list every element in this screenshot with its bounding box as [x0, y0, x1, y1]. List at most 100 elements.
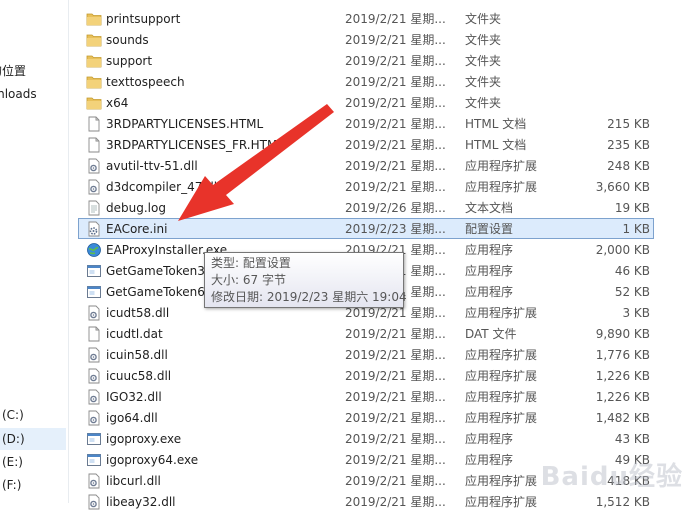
- file-row[interactable]: printsupport 2019/2/21 星期... 文件夹: [78, 8, 654, 29]
- file-row[interactable]: igo64.dll 2019/2/21 星期... 应用程序扩展 1,482 KB: [78, 407, 654, 428]
- file-type: 文本文档: [465, 201, 514, 215]
- dll-icon: [86, 368, 102, 384]
- file-size: 19 KB: [614, 201, 650, 215]
- file-date: 2019/2/23 星期...: [345, 222, 446, 236]
- file-type: 文件夹: [465, 96, 502, 110]
- file-name: libcurl.dll: [106, 474, 161, 488]
- tooltip-size: 大小: 67 字节: [211, 273, 286, 287]
- file-size: 3 KB: [622, 306, 650, 320]
- file-type: 配置设置: [465, 222, 514, 236]
- sidebar-item[interactable]: (F:): [0, 474, 66, 496]
- file-name: icudt58.dll: [106, 306, 170, 320]
- file-size: 9,890 KB: [595, 327, 650, 341]
- tooltip-type: 类型: 配置设置: [211, 256, 291, 270]
- file-date: 2019/2/21 星期...: [345, 75, 446, 89]
- file-row[interactable]: x64 2019/2/21 星期... 文件夹: [78, 92, 654, 113]
- file-name: igoproxy64.exe: [106, 453, 199, 467]
- dll-icon: [86, 473, 102, 489]
- file-date: 2019/2/21 星期...: [345, 411, 446, 425]
- file-name: igo64.dll: [106, 411, 158, 425]
- file-name: avutil-ttv-51.dll: [106, 159, 198, 173]
- file-size: 1,226 KB: [595, 369, 650, 383]
- file-type: 文件夹: [465, 54, 502, 68]
- file-size: 52 KB: [614, 285, 650, 299]
- file-info-tooltip: 类型: 配置设置 大小: 67 字节 修改日期: 2019/2/23 星期六 1…: [204, 252, 407, 308]
- file-type: 应用程序扩展: [465, 306, 538, 320]
- file-type: 应用程序: [465, 285, 514, 299]
- document-icon: [86, 137, 102, 153]
- file-row[interactable]: IGO32.dll 2019/2/21 星期... 应用程序扩展 1,226 KB: [78, 386, 654, 407]
- file-date: 2019/2/21 星期...: [345, 54, 446, 68]
- file-row[interactable]: icuuc58.dll 2019/2/21 星期... 应用程序扩展 1,226 KB: [78, 365, 654, 386]
- file-row[interactable]: d3dcompiler_47.dll 2019/2/21 星期... 应用程序扩展 3…: [78, 176, 654, 197]
- file-size: 1,482 KB: [595, 411, 650, 425]
- document-icon: [86, 326, 102, 342]
- file-size: 1 KB: [622, 222, 650, 236]
- file-date: 2019/2/21 星期...: [345, 138, 446, 152]
- file-row[interactable]: igoproxy.exe 2019/2/21 星期... 应用程序 43 KB: [78, 428, 654, 449]
- sidebar-item[interactable]: (C:): [0, 404, 66, 426]
- file-size: 235 KB: [607, 138, 650, 152]
- file-date: 2019/2/21 星期...: [345, 12, 446, 26]
- file-row[interactable]: texttospeech 2019/2/21 星期... 文件夹: [78, 71, 654, 92]
- file-name: d3dcompiler_47.dll: [106, 180, 221, 194]
- file-size: 1,226 KB: [595, 390, 650, 404]
- file-type: 应用程序扩展: [465, 369, 538, 383]
- sidebar-item[interactable]: (D:): [0, 428, 66, 450]
- file-name: 3RDPARTYLICENSES.HTML: [106, 117, 264, 131]
- file-type: 应用程序扩展: [465, 159, 538, 173]
- file-name: debug.log: [106, 201, 166, 215]
- file-row[interactable]: libeay32.dll 2019/2/21 星期... 应用程序扩展 1,512 K…: [78, 491, 654, 512]
- file-type: 应用程序: [465, 432, 514, 446]
- file-name: IGO32.dll: [106, 390, 162, 404]
- folder-icon: [86, 11, 102, 27]
- config-file-icon: [86, 221, 102, 237]
- file-size: 46 KB: [614, 264, 650, 278]
- file-type: 应用程序: [465, 243, 514, 257]
- file-date: 2019/2/21 星期...: [345, 348, 446, 362]
- file-type: 应用程序扩展: [465, 390, 538, 404]
- folder-icon: [86, 95, 102, 111]
- file-name: 3RDPARTYLICENSES_FR.HTML: [106, 138, 285, 152]
- file-size: 2,000 KB: [595, 243, 650, 257]
- file-date: 2019/2/26 星期...: [345, 201, 446, 215]
- dll-icon: [86, 494, 102, 510]
- file-date: 2019/2/21 星期...: [345, 369, 446, 383]
- file-size: 248 KB: [607, 159, 650, 173]
- folder-icon: [86, 74, 102, 90]
- text-file-icon: [86, 200, 102, 216]
- file-date: 2019/2/21 星期...: [345, 474, 446, 488]
- file-row[interactable]: support 2019/2/21 星期... 文件夹: [78, 50, 654, 71]
- file-type: 应用程序: [465, 264, 514, 278]
- exe-window-icon: [86, 431, 102, 447]
- file-name: icuuc58.dll: [106, 369, 172, 383]
- exe-window-icon: [86, 284, 102, 300]
- file-row[interactable]: 3RDPARTYLICENSES.HTML 2019/2/21 星期... HTML…: [78, 113, 654, 134]
- file-row[interactable]: debug.log 2019/2/26 星期... 文本文档 19 KB: [78, 197, 654, 218]
- baidu-watermark: Baidu经验: [540, 462, 683, 492]
- sidebar-item[interactable]: 的位置: [0, 60, 54, 82]
- file-date: 2019/2/21 星期...: [345, 390, 446, 404]
- folder-icon: [86, 53, 102, 69]
- dll-icon: [86, 347, 102, 363]
- file-name: icudtl.dat: [106, 327, 163, 341]
- file-type: 应用程序扩展: [465, 411, 538, 425]
- file-row[interactable]: icudtl.dat 2019/2/21 星期... DAT 文件 9,890 KB: [78, 323, 654, 344]
- file-row[interactable]: icuin58.dll 2019/2/21 星期... 应用程序扩展 1,776 KB: [78, 344, 654, 365]
- file-row[interactable]: EACore.ini 2019/2/23 星期... 配置设置 1 KB: [78, 218, 654, 239]
- file-row[interactable]: avutil-ttv-51.dll 2019/2/21 星期... 应用程序扩展 24…: [78, 155, 654, 176]
- file-type: 应用程序: [465, 453, 514, 467]
- exe-window-icon: [86, 263, 102, 279]
- file-row[interactable]: sounds 2019/2/21 星期... 文件夹: [78, 29, 654, 50]
- file-name: printsupport: [106, 12, 181, 26]
- sidebar-item[interactable]: ynloads: [0, 83, 54, 105]
- tooltip-modified: 修改日期: 2019/2/23 星期六 19:04: [211, 290, 407, 304]
- folder-icon: [86, 32, 102, 48]
- file-date: 2019/2/21 星期...: [345, 432, 446, 446]
- file-name: sounds: [106, 33, 149, 47]
- exe-window-icon: [86, 452, 102, 468]
- file-type: 文件夹: [465, 75, 502, 89]
- sidebar-item[interactable]: (E:): [0, 451, 66, 473]
- file-date: 2019/2/21 星期...: [345, 96, 446, 110]
- file-row[interactable]: 3RDPARTYLICENSES_FR.HTML 2019/2/21 星期... H…: [78, 134, 654, 155]
